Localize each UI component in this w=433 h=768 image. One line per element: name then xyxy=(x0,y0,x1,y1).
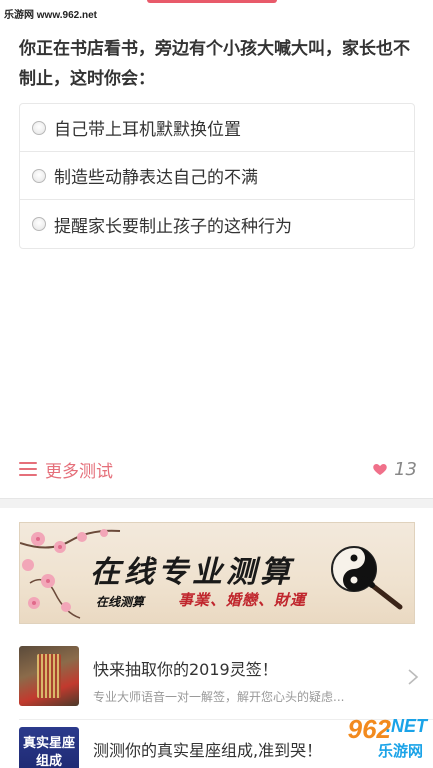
banner-title: 在线专业测算 xyxy=(90,555,294,590)
option-3[interactable]: 提醒家长要制止孩子的这种行为 xyxy=(20,200,414,248)
footer-actions: 更多测试 13 xyxy=(19,452,417,486)
radio-icon[interactable] xyxy=(32,168,46,183)
radio-icon[interactable] xyxy=(32,217,46,231)
menu-icon xyxy=(19,462,37,476)
option-1[interactable]: 自己带上耳机默默换位置 xyxy=(20,104,414,152)
chevron-right-icon xyxy=(408,669,419,685)
option-label: 提醒家长要制止孩子的这种行为 xyxy=(54,216,292,237)
radio-icon[interactable] xyxy=(32,120,46,135)
list-item-description: 专业大师语音一对一解签，解开您心头的疑虑... xyxy=(93,690,345,704)
banner-tags: 事業、婚戀、財運 xyxy=(178,591,307,609)
watermark-text: 乐游网 www.962.net xyxy=(4,10,97,21)
more-tests-button[interactable]: 更多测试 xyxy=(19,457,113,482)
taiji-brush-icon xyxy=(331,546,403,610)
like-button[interactable]: 13 xyxy=(372,459,417,480)
zodiac-thumbnail: 真实星座组成 xyxy=(19,727,79,768)
lottery-sticks-thumbnail xyxy=(19,646,79,706)
option-label: 制造些动静表达自己的不满 xyxy=(54,168,258,188)
option-label: 自己带上耳机默默换位置 xyxy=(54,120,241,140)
heart-icon xyxy=(373,464,387,475)
list-item-zodiac[interactable]: 真实星座组成 测测你的真实星座组成,准到哭！ xyxy=(19,727,433,768)
answer-options: 自己带上耳机默默换位置 制造些动静表达自己的不满 提醒家长要制止孩子的这种行为 xyxy=(19,103,415,249)
more-tests-label: 更多测试 xyxy=(45,461,113,482)
question-text: 你正在书店看书，旁边有个小孩大喊大叫，家长也不制止，这时你会： xyxy=(19,39,410,89)
list-separator xyxy=(19,719,433,720)
banner-subtitle: 在线测算 xyxy=(96,595,145,609)
top-accent-bar xyxy=(147,0,278,3)
list-item-title: 测测你的真实星座组成,准到哭！ xyxy=(93,741,323,760)
zodiac-thumbnail-text: 真实星座组成 xyxy=(22,736,75,768)
section-divider xyxy=(0,498,433,508)
option-2[interactable]: 制造些动静表达自己的不满 xyxy=(20,152,414,200)
ad-banner[interactable]: 在线专业测算 在线测算 事業、婚戀、財運 xyxy=(19,522,415,624)
list-item-lottery[interactable]: 快来抽取你的2019灵签！ 专业大师语音一对一解签，解开您心头的疑虑... xyxy=(19,646,433,716)
list-item-title: 快来抽取你的2019灵签！ xyxy=(93,660,278,679)
like-count: 13 xyxy=(394,458,417,480)
